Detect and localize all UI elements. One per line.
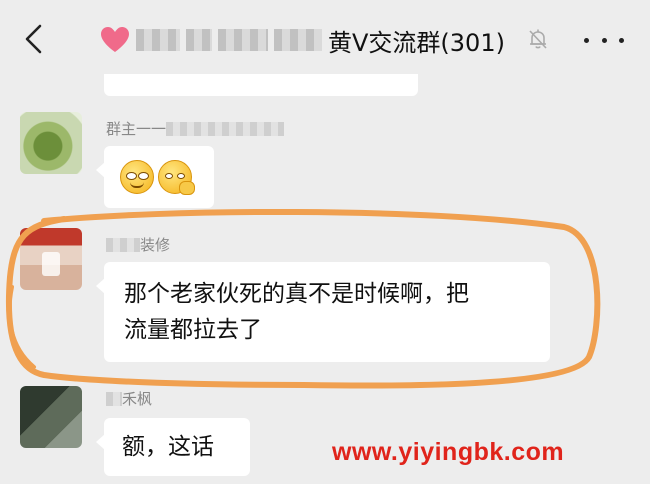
more-dot [619, 37, 624, 43]
message-text: 流量都拉去了 [124, 317, 262, 343]
back-button[interactable] [18, 22, 48, 56]
heart-icon [101, 27, 129, 52]
sender-name-text: 禾枫 [122, 390, 153, 408]
message-bubble[interactable]: 额，这话 [96, 418, 250, 476]
avatar[interactable] [20, 228, 82, 290]
chat-header: 黄V交流群(301) [0, 0, 650, 78]
blurred-title-part [218, 29, 268, 51]
squint-grin-emoji [120, 160, 154, 194]
chat-title: 黄V交流群(301) [136, 20, 505, 60]
more-dots-icon [584, 37, 589, 43]
chevron-left-icon [25, 24, 42, 54]
message-text: 额，这话 [122, 434, 214, 460]
more-options-button[interactable] [584, 26, 624, 54]
sender-name-text: 群主一一 [106, 120, 167, 138]
message-bubble[interactable]: 那个老家伙死的真不是时候啊，把 流量都拉去了 [96, 262, 550, 362]
previous-message-bubble[interactable] [104, 74, 418, 96]
blurred-name-part [106, 237, 140, 252]
blurred-title-part [274, 29, 322, 51]
watermark-text: www.yiyingbk.com [332, 438, 565, 466]
sender-name: 群主一一 [106, 118, 285, 139]
blurred-name-part [166, 121, 285, 136]
message-text: 那个老家伙死的真不是时候啊，把 [124, 281, 469, 307]
avatar[interactable] [20, 112, 82, 174]
sender-name-text: 装修 [140, 236, 171, 254]
sender-name: 装修 [106, 234, 170, 255]
blurred-name-part [106, 391, 122, 406]
blurred-title-part [186, 29, 212, 51]
chat-title-text: 黄V交流群(301) [328, 28, 505, 57]
more-dot [601, 37, 607, 43]
bell-muted-icon [529, 29, 547, 49]
sender-name: 禾枫 [106, 388, 152, 409]
avatar[interactable] [20, 386, 82, 448]
message-bubble[interactable] [96, 146, 214, 208]
blurred-title-part [136, 29, 180, 51]
thinking-face-emoji [158, 160, 195, 195]
